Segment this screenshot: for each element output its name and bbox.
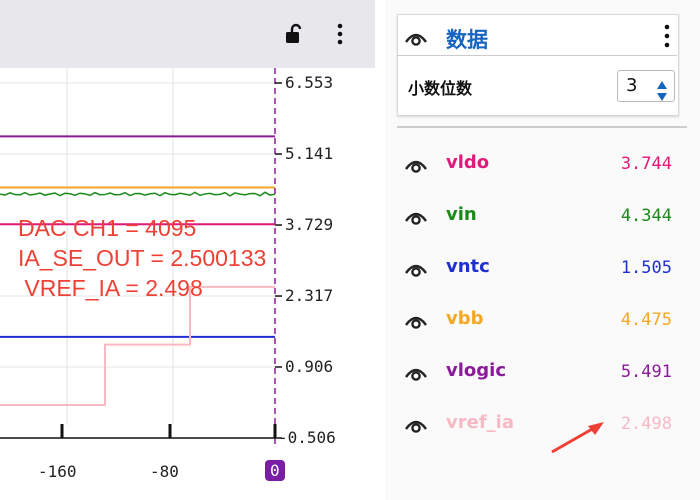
cursor-x-label: 0 xyxy=(265,460,285,481)
x-tick-label: -80 xyxy=(150,462,179,481)
annotation-vref-ia: VREF_IA = 2.498 xyxy=(18,275,203,301)
card-divider xyxy=(397,55,677,56)
visibility-eye-icon[interactable] xyxy=(404,260,428,282)
signal-name-vlogic: vlogic xyxy=(446,360,506,381)
decimals-value: 3 xyxy=(626,75,638,96)
signal-value-vntc: 1.505 xyxy=(620,258,672,278)
visibility-eye-icon[interactable] xyxy=(404,208,428,230)
visibility-eye-icon[interactable] xyxy=(404,156,428,178)
signal-value-vref_ia: 2.498 xyxy=(620,414,672,434)
signal-name-vref_ia: vref_ia xyxy=(446,412,514,433)
decimals-label: 小数位数 xyxy=(408,79,473,98)
eye-icon[interactable] xyxy=(404,29,428,51)
signal-value-vlogic: 5.491 xyxy=(620,362,672,382)
signal-name-vntc: vntc xyxy=(446,256,490,277)
x-tick-label: -160 xyxy=(38,462,77,481)
visibility-eye-icon[interactable] xyxy=(404,416,428,438)
signal-name-vldo: vldo xyxy=(446,152,490,173)
panel-separator xyxy=(397,126,687,128)
y-tick-label: 6.553 xyxy=(285,73,334,92)
arrow-annotation xyxy=(551,422,604,454)
series-line-vref_ia xyxy=(0,285,275,407)
y-tick-label: 5.141 xyxy=(285,144,334,163)
panel-menu-icon[interactable] xyxy=(662,24,672,48)
visibility-eye-icon[interactable] xyxy=(404,312,428,334)
panel-title: 数据 xyxy=(446,28,488,52)
signal-name-vbb: vbb xyxy=(446,308,484,329)
spin-down-icon[interactable] xyxy=(656,87,668,106)
y-tick-label: -0.506 xyxy=(278,428,336,447)
y-tick-label: 0.906 xyxy=(285,356,334,376)
signal-value-vin: 4.344 xyxy=(620,206,672,226)
series-line-vin xyxy=(0,191,276,197)
signal-value-vbb: 4.475 xyxy=(620,310,672,330)
decimals-stepper[interactable]: 3 xyxy=(617,70,675,102)
y-tick-label: 2.317 xyxy=(285,286,334,306)
y-tick-label: 3.729 xyxy=(285,215,334,235)
signal-name-vin: vin xyxy=(446,204,477,225)
annotation-dac: DAC CH1 = 4095 xyxy=(18,215,197,241)
visibility-eye-icon[interactable] xyxy=(404,364,428,386)
annotation-ia-se-out: IA_SE_OUT = 2.500133 xyxy=(18,245,267,271)
signal-value-vldo: 3.744 xyxy=(620,154,672,174)
